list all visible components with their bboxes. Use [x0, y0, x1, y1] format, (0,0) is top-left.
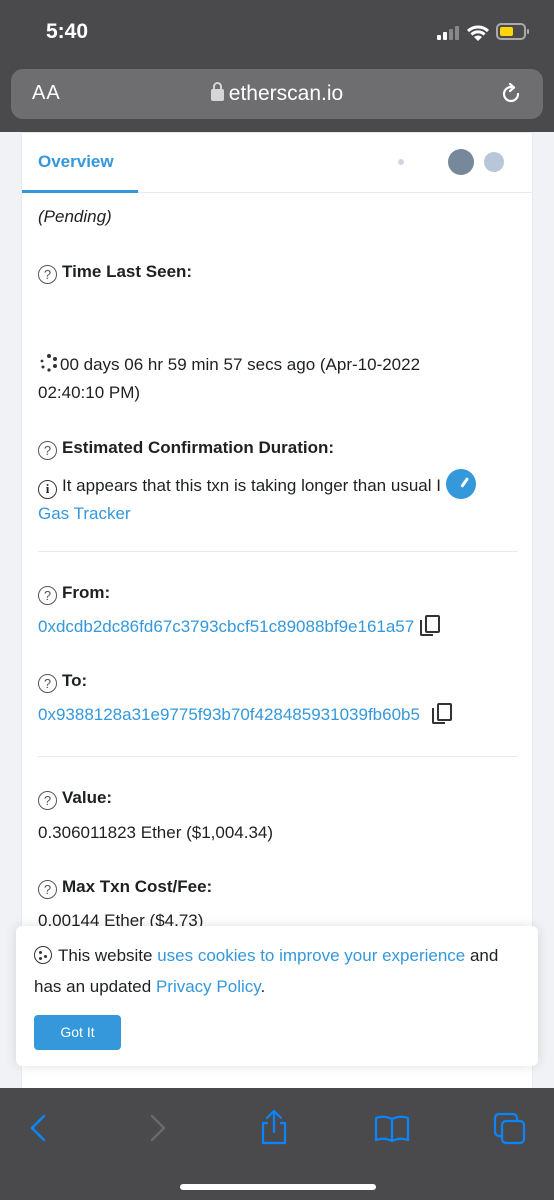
est-duration-message: It appears that this txn is taking longe… — [62, 476, 441, 495]
tx-status: (Pending) — [38, 207, 112, 226]
help-icon[interactable]: ? — [38, 586, 57, 605]
max-fee-label: Max Txn Cost/Fee: — [62, 877, 213, 896]
cookie-text-1: This website — [58, 946, 158, 965]
help-icon[interactable]: ? — [38, 791, 57, 810]
loading-dots — [398, 149, 504, 175]
help-icon[interactable]: ? — [38, 880, 57, 899]
copy-icon[interactable] — [431, 703, 452, 724]
wifi-icon — [466, 25, 490, 41]
est-duration-row: ? Estimated Confirmation Duration: — [38, 434, 334, 462]
url-bar[interactable]: AA etherscan.io — [11, 69, 543, 119]
time-last-seen-line2: 02:40:10 PM) — [38, 383, 141, 402]
value-amount: 0.306011823 Ether ($1,004.34) — [38, 823, 274, 842]
from-row: ? From: — [38, 579, 110, 607]
privacy-policy-link[interactable]: Privacy Policy — [156, 977, 261, 996]
tab-bar: Overview — [22, 133, 532, 193]
to-address-link[interactable]: 0x9388128a31e9775f93b70f428485931039fb60… — [38, 705, 420, 724]
from-value: 0xdcdb2dc86fd67c3793cbcf51c89088bf9e161a… — [38, 613, 441, 641]
to-row: ? To: — [38, 667, 87, 695]
time-last-seen-label: Time Last Seen: — [62, 262, 193, 281]
divider — [38, 756, 518, 757]
to-label: To: — [62, 671, 88, 690]
cookie-policy-link[interactable]: uses cookies to improve your experience — [157, 946, 465, 965]
cookie-text-3: . — [260, 977, 266, 996]
info-icon: i — [38, 480, 57, 499]
spinner-icon — [40, 354, 57, 372]
back-icon[interactable] — [20, 1108, 60, 1148]
cookie-icon — [34, 946, 52, 964]
domain-text: etherscan.io — [228, 82, 344, 105]
lock-icon — [210, 82, 224, 101]
status-time: 5:40 — [46, 20, 89, 43]
from-address-link[interactable]: 0xdcdb2dc86fd67c3793cbcf51c89088bf9e161a… — [38, 617, 414, 636]
max-fee-row: ? Max Txn Cost/Fee: — [38, 873, 212, 901]
tabs-icon[interactable] — [490, 1108, 530, 1148]
help-icon[interactable]: ? — [38, 441, 57, 460]
time-last-seen-line1: 00 days 06 hr 59 min 57 secs ago (Apr-10… — [60, 355, 421, 374]
home-indicator — [180, 1184, 376, 1190]
value-row: ? Value: — [38, 784, 112, 812]
est-duration-value: i It appears that this txn is taking long… — [38, 469, 518, 528]
from-label: From: — [62, 583, 111, 602]
reload-icon[interactable] — [499, 82, 523, 106]
forward-icon[interactable] — [136, 1108, 176, 1148]
to-value: 0x9388128a31e9775f93b70f428485931039fb60… — [38, 701, 452, 729]
browser-chrome: 5:40 AA etherscan.io — [0, 0, 554, 132]
battery-icon — [496, 23, 529, 40]
value-label: Value: — [62, 788, 113, 807]
got-it-button[interactable]: Got It — [34, 1015, 121, 1050]
est-duration-label: Estimated Confirmation Duration: — [62, 438, 335, 457]
copy-icon[interactable] — [420, 615, 441, 636]
cookie-banner: This website uses cookies to improve you… — [16, 926, 538, 1066]
gas-gauge-icon[interactable] — [445, 469, 476, 499]
share-icon[interactable] — [254, 1108, 294, 1148]
bookmarks-icon[interactable] — [372, 1108, 412, 1148]
help-icon[interactable]: ? — [38, 265, 57, 284]
time-last-seen-value: 00 days 06 hr 59 min 57 secs ago (Apr-10… — [38, 351, 498, 407]
gas-tracker-link[interactable]: Gas Tracker — [38, 504, 131, 523]
divider — [38, 551, 518, 552]
tab-active-indicator — [22, 190, 138, 193]
cookie-message: This website uses cookies to improve you… — [34, 940, 524, 1002]
url-domain[interactable]: etherscan.io — [11, 82, 543, 106]
time-last-seen-row: ? Time Last Seen: — [38, 258, 192, 286]
cellular-signal-icon — [437, 26, 459, 40]
help-icon[interactable]: ? — [38, 674, 57, 693]
tab-overview[interactable]: Overview — [38, 152, 114, 172]
